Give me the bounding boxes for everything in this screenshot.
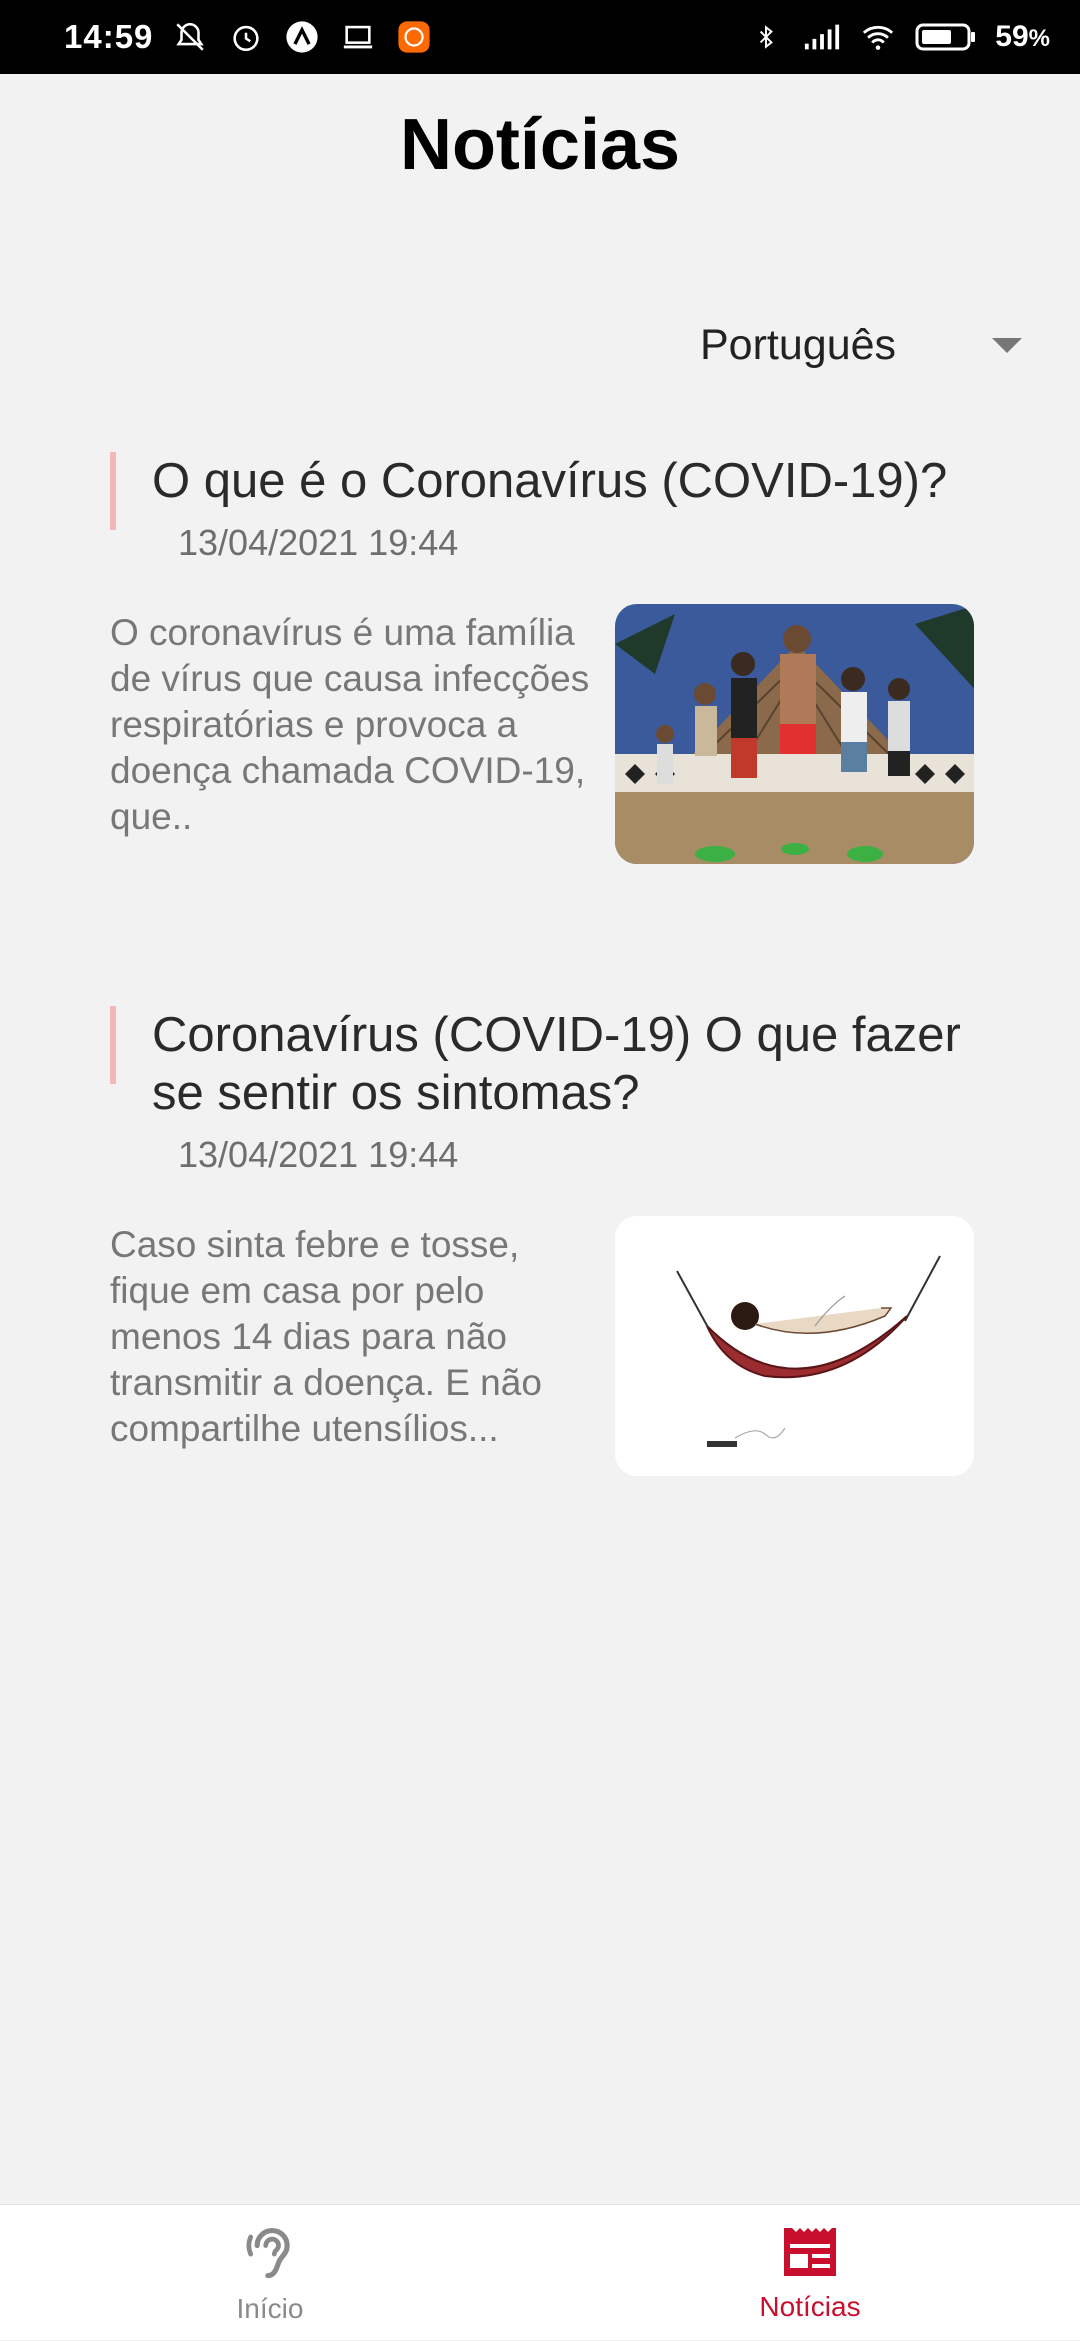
nav-item-inicio[interactable]: Início [0, 2205, 540, 2341]
news-title-block: Coronavírus (COVID-19) O que fazer se se… [110, 1006, 974, 1122]
bluetooth-icon [747, 18, 785, 56]
newspaper-icon [780, 2224, 840, 2285]
news-image-illustration-group [615, 604, 974, 864]
news-card[interactable]: O que é o Coronavírus (COVID-19)? 13/04/… [110, 452, 974, 864]
laptop-icon [339, 18, 377, 56]
mi-app-icon [395, 18, 433, 56]
status-bar-left: 14:59 [64, 18, 433, 56]
nav-label-inicio: Início [236, 2292, 304, 2324]
news-accent-bar [110, 452, 116, 530]
nav-label-noticias: Notícias [759, 2290, 861, 2322]
news-date: 13/04/2021 19:44 [178, 1134, 459, 1175]
news-date: 13/04/2021 19:44 [178, 522, 459, 563]
news-title: Coronavírus (COVID-19) O que fazer se se… [152, 1008, 961, 1120]
language-selected-label: Português [700, 320, 897, 369]
status-time: 14:59 [64, 18, 154, 55]
alarm-icon [227, 18, 265, 56]
bell-off-icon [171, 18, 209, 56]
dropdown-caret-icon [992, 337, 1022, 353]
battery-level: 59% [995, 20, 1050, 53]
news-image-hammock-illustration [615, 1216, 974, 1476]
nav-item-noticias[interactable]: Notícias [540, 2205, 1080, 2341]
language-dropdown[interactable]: Português [700, 310, 1040, 380]
news-body: O coronavírus é uma família de vírus que… [110, 604, 974, 864]
news-body: Caso sinta febre e tosse, fique em casa … [110, 1216, 974, 1476]
status-bar: 14:59 59% [0, 0, 1080, 74]
ear-icon [243, 2222, 297, 2287]
battery-icon [915, 18, 977, 56]
news-excerpt: Caso sinta febre e tosse, fique em casa … [110, 1224, 542, 1449]
page-title: Notícias [399, 105, 681, 185]
news-title-block: O que é o Coronavírus (COVID-19)? [110, 452, 974, 530]
news-accent-bar [110, 1006, 116, 1084]
signal-icon [803, 18, 841, 56]
wifi-icon [859, 18, 897, 56]
news-card[interactable]: Coronavírus (COVID-19) O que fazer se se… [110, 1006, 974, 1476]
status-bar-right: 59% [747, 18, 1050, 56]
news-excerpt: O coronavírus é uma família de vírus que… [110, 612, 590, 837]
news-title: O que é o Coronavírus (COVID-19)? [152, 454, 948, 508]
bottom-navigation: Início Notícias [0, 2204, 1080, 2340]
app-a-icon [283, 18, 321, 56]
